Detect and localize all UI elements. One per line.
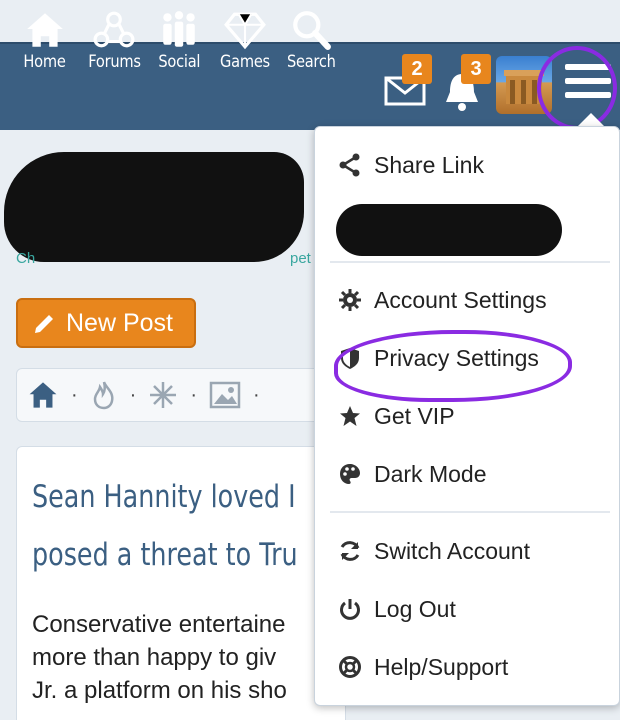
new-post-label: New Post: [66, 308, 173, 337]
nav-social[interactable]: Social: [155, 10, 204, 72]
menu-label-share-link: Share Link: [374, 151, 484, 178]
fire-icon[interactable]: [90, 380, 118, 410]
menu-item-get-vip[interactable]: Get VIP: [338, 396, 455, 436]
partial-link-text-2: pet: [290, 250, 311, 267]
redaction-mark: [4, 152, 304, 262]
pencil-icon: [35, 315, 53, 333]
article-title[interactable]: Sean Hannity loved I posed a threat to T…: [32, 468, 298, 584]
diamond-icon: [224, 12, 266, 50]
nav-search[interactable]: Search: [283, 10, 340, 72]
lifebuoy-icon: [339, 656, 361, 678]
menu-divider: [330, 261, 610, 263]
filter-bar: · · · ·: [16, 368, 336, 422]
nav-home-label: Home: [23, 52, 66, 72]
separator-dot: ·: [253, 383, 260, 406]
menu-label-get-vip: Get VIP: [374, 402, 455, 429]
menu-item-share-link[interactable]: Share Link: [338, 145, 484, 185]
separator-dot: ·: [190, 383, 198, 406]
power-icon: [340, 599, 360, 620]
nav-home[interactable]: Home: [20, 10, 69, 72]
palette-icon: [340, 464, 360, 484]
menu-item-account-settings[interactable]: Account Settings: [338, 280, 547, 320]
nav-social-label: Social: [158, 52, 201, 72]
menu-label-account-settings: Account Settings: [374, 286, 547, 313]
menu-label-help-support: Help/Support: [374, 653, 509, 680]
messages-badge: 2: [402, 54, 432, 84]
article-body-line1: Conservative entertaine: [32, 611, 286, 638]
new-post-button[interactable]: New Post: [16, 298, 196, 348]
social-icon: [163, 11, 196, 47]
menu-item-log-out[interactable]: Log Out: [338, 589, 456, 629]
nav-search-label: Search: [286, 52, 336, 72]
gear-icon: [339, 289, 361, 311]
menu-item-help-support[interactable]: Help/Support: [338, 647, 508, 687]
separator-dot: ·: [71, 383, 78, 406]
dropdown-caret: [577, 113, 605, 127]
menu-divider: [330, 511, 610, 513]
redaction-mark: [336, 204, 562, 256]
home-filter-icon[interactable]: [27, 380, 59, 410]
refresh-icon: [340, 541, 360, 561]
article-body: Conservative entertaine more than happy …: [32, 608, 312, 707]
search-icon: [293, 11, 332, 50]
menu-item-dark-mode[interactable]: Dark Mode: [338, 454, 486, 494]
sparkle-icon[interactable]: [148, 380, 178, 410]
menu-item-switch-account[interactable]: Switch Account: [338, 531, 530, 571]
star-icon: [340, 406, 360, 426]
menu-label-switch-account: Switch Account: [374, 537, 530, 564]
nav-forums-label: Forums: [88, 52, 141, 72]
notifications-badge: 3: [461, 54, 491, 84]
separator-dot: ·: [129, 383, 137, 406]
menu-label-log-out: Log Out: [374, 595, 456, 622]
partial-link-text: Ch: [16, 250, 36, 267]
share-icon: [339, 153, 360, 177]
menu-label-dark-mode: Dark Mode: [374, 460, 487, 487]
home-icon: [26, 13, 63, 47]
article-title-line2: posed a threat to Tru: [32, 537, 298, 573]
purple-ellipse-annotation: [334, 330, 572, 402]
nav-forums[interactable]: Forums: [84, 10, 145, 72]
nav-games[interactable]: Games: [216, 10, 274, 72]
forums-icon: [94, 11, 135, 48]
article-body-line3: Jr. a platform on his sho: [32, 677, 287, 704]
article-body-line2: more than happy to giv: [32, 644, 277, 671]
article-title-line1: Sean Hannity loved I: [32, 479, 296, 515]
nav-games-label: Games: [220, 52, 270, 72]
image-icon[interactable]: [209, 380, 241, 410]
